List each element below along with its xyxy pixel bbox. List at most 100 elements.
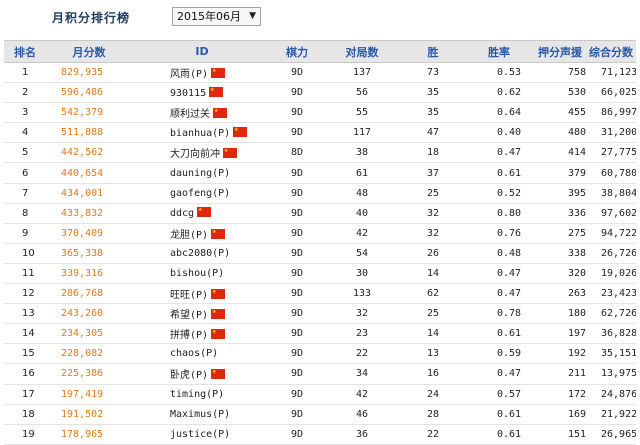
column-header-score[interactable]: 月分数 (46, 40, 132, 63)
cell-player-id-text[interactable]: 大刀向前冲 (170, 149, 220, 160)
column-header-wins[interactable]: 胜 (402, 40, 464, 63)
cell-games-text: 137 (352, 67, 372, 79)
cell-support: 336,229 (534, 203, 586, 224)
cell-player-id[interactable]: 拼搏(P) (132, 323, 272, 345)
cell-player-id[interactable]: bianhua(P) (132, 122, 272, 144)
cell-games-text: 34 (355, 368, 369, 380)
cell-player-id-text[interactable]: timing(P) (170, 389, 224, 400)
cell-player-id[interactable]: chaos(P) (132, 343, 272, 365)
chevron-down-icon[interactable]: ▼ (249, 8, 256, 25)
cell-player-id-text[interactable]: 930115 (170, 88, 206, 99)
cell-support-text: 211,410 (568, 368, 586, 380)
cell-support-text: 530,460 (568, 87, 586, 99)
cell-player-id-text[interactable]: chaos(P) (170, 348, 218, 359)
column-header-support[interactable]: 押分声援 (534, 40, 586, 63)
cell-player-id-text[interactable]: Maximus(P) (170, 409, 230, 420)
cell-player-id[interactable]: justice(P) (132, 424, 272, 445)
cell-grade: 9D (272, 323, 322, 345)
table-row: 6 440,654 dauning(P) 9D 61 37 0.61 379,873 60,78… (4, 162, 636, 184)
column-header-rate[interactable]: 胜率 (464, 40, 534, 63)
cell-grade-text: 9D (290, 67, 304, 79)
cell-grade: 9D (272, 62, 322, 84)
cell-games: 55 (322, 102, 402, 124)
cell-total-text: 62,726 (601, 308, 636, 320)
cell-total: 66,025 (586, 82, 636, 104)
cell-grade-text: 9D (290, 388, 304, 400)
cell-player-id[interactable]: 希望(P) (132, 303, 272, 325)
column-header-games[interactable]: 对局数 (322, 40, 402, 63)
cell-grade-text: 9D (290, 227, 304, 239)
cell-player-id-text[interactable]: 风雨(P) (170, 69, 208, 80)
column-header-total[interactable]: 综合分数 (586, 40, 636, 63)
cell-support-text: 455,381 (568, 107, 586, 119)
cell-player-id[interactable]: 930115 (132, 82, 272, 104)
cell-player-id-text[interactable]: abc2080(P) (170, 248, 230, 259)
cell-player-id[interactable]: 顺利过关 (132, 102, 272, 124)
cell-player-id[interactable]: 旺旺(P) (132, 283, 272, 305)
cell-games: 36 (322, 424, 402, 445)
cell-games-text: 30 (355, 267, 369, 279)
cell-player-id[interactable]: gaofeng(P) (132, 183, 272, 204)
cell-player-id-text[interactable]: 旺旺(P) (170, 290, 208, 301)
column-header-id[interactable]: ID (132, 40, 272, 63)
cell-wins: 13 (402, 343, 464, 365)
cell-player-id[interactable]: ddcg (132, 203, 272, 224)
cell-games-text: 36 (355, 428, 369, 440)
cell-player-id-text[interactable]: 卧虎(P) (170, 370, 208, 381)
cell-score-text: 286,768 (61, 288, 104, 300)
cell-player-id[interactable]: 卧虎(P) (132, 363, 272, 385)
cell-rank-text: 5 (22, 147, 29, 159)
cell-grade: 9D (272, 183, 322, 204)
cell-rank-text: 13 (22, 308, 35, 320)
cell-score-text: 596,486 (61, 87, 104, 99)
cell-rate: 0.53 (464, 62, 534, 84)
cell-player-id-text[interactable]: gaofeng(P) (170, 188, 230, 199)
cell-player-id-text[interactable]: ddcg (170, 208, 194, 219)
cell-player-id[interactable]: dauning(P) (132, 162, 272, 184)
cell-player-id[interactable]: bishou(P) (132, 263, 272, 285)
cell-rank: 8 (4, 203, 46, 224)
cell-support: 192,930 (534, 343, 586, 365)
cell-score: 365,338 (46, 243, 132, 264)
cell-wins-text: 26 (426, 247, 440, 259)
cell-player-id-text[interactable]: 希望(P) (170, 310, 208, 321)
month-select[interactable]: 2015年06月 ▼ (172, 7, 261, 26)
cell-player-id[interactable]: 大刀向前冲 (132, 142, 272, 164)
cell-player-id[interactable]: Maximus(P) (132, 404, 272, 425)
table-row: 15 228,082 chaos(P) 9D 22 13 0.59 192,930 35,151 (4, 343, 636, 365)
cell-player-id-text[interactable]: dauning(P) (170, 168, 230, 179)
cell-score: 234,305 (46, 323, 132, 345)
cell-score: 286,768 (46, 283, 132, 305)
cell-player-id-text[interactable]: 顺利过关 (170, 109, 210, 120)
cell-player-id-text[interactable]: justice(P) (170, 429, 230, 440)
cell-player-id[interactable]: timing(P) (132, 384, 272, 405)
cell-games-text: 40 (355, 207, 369, 219)
cell-player-id[interactable]: 龙胆(P) (132, 223, 272, 244)
cell-support-text: 336,229 (568, 207, 586, 219)
cell-rank: 17 (4, 384, 46, 405)
cell-total-text: 94,722 (601, 227, 636, 239)
cell-rate: 0.61 (464, 162, 534, 184)
cell-player-id[interactable]: abc2080(P) (132, 243, 272, 264)
cell-score: 596,486 (46, 82, 132, 104)
cell-score: 228,082 (46, 343, 132, 365)
cell-player-id-text[interactable]: bianhua(P) (170, 128, 230, 139)
cell-score: 440,654 (46, 162, 132, 184)
cell-total-text: 97,602 (601, 207, 636, 219)
cell-total-text: 26,726 (601, 247, 636, 259)
cell-player-id-text[interactable]: bishou(P) (170, 268, 224, 279)
cell-wins: 25 (402, 303, 464, 325)
cell-player-id-text[interactable]: 龙胆(P) (170, 230, 208, 241)
column-header-grade[interactable]: 棋力 (272, 40, 322, 63)
cell-rate-text: 0.47 (497, 368, 522, 380)
cell-player-id-text[interactable]: 拼搏(P) (170, 330, 208, 341)
column-header-rank[interactable]: 排名 (4, 40, 46, 63)
cell-games: 46 (322, 404, 402, 425)
cell-score-text: 433,832 (61, 207, 104, 219)
cell-support: 275,687 (534, 223, 586, 244)
cell-total: 86,997 (586, 102, 636, 124)
cell-wins-text: 28 (426, 408, 440, 420)
cell-rate: 0.47 (464, 363, 534, 385)
cell-score-text: 829,935 (61, 67, 104, 79)
cell-player-id[interactable]: 风雨(P) (132, 62, 272, 84)
